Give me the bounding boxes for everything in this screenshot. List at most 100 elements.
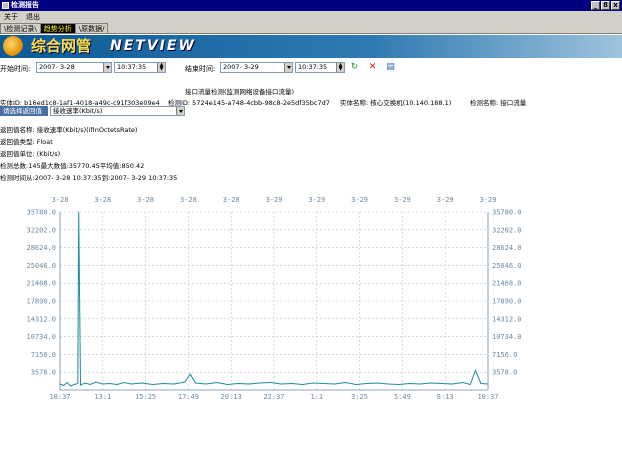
tab-bar: \检测记录\ 趋势分析 \原数据/: [0, 23, 622, 34]
data-point: [280, 383, 282, 385]
data-point: [216, 382, 218, 383]
end-date-picker[interactable]: 2007- 3-29: [220, 62, 293, 73]
data-point: [355, 384, 357, 385]
data-point: [152, 384, 154, 385]
detail-stats: 检测总数:145最大数值:35770.45平均值:850.42: [0, 162, 145, 170]
data-point: [78, 211, 80, 213]
data-point: [291, 383, 293, 384]
y-tick-label-right: 10734.0: [492, 333, 522, 341]
data-point: [302, 384, 303, 385]
chevron-down-icon[interactable]: [284, 63, 292, 72]
menu-exit[interactable]: 退出: [22, 12, 44, 22]
data-point: [312, 382, 314, 384]
y-tick-label-right: 28624.0: [492, 244, 522, 252]
y-tick-label-left: 25046.0: [26, 262, 56, 270]
y-tick-label-left: 10734.0: [26, 333, 56, 341]
data-point: [116, 384, 118, 385]
chevron-down-icon[interactable]: [103, 63, 111, 72]
data-point: [84, 382, 86, 384]
series-line-0: [59, 211, 489, 387]
spinner-arrows-icon[interactable]: ▲ ▼: [157, 63, 165, 72]
data-point: [173, 383, 175, 385]
window-title: 检测报告: [11, 1, 39, 9]
data-point: [141, 382, 143, 384]
window-titlebar: 检测报告 _ 8 x: [0, 0, 622, 11]
tab-raw-data[interactable]: \原数据/: [74, 23, 109, 33]
x-tick-date-label: 3-28: [52, 196, 69, 204]
y-tick-label-right: 3578.0: [492, 369, 517, 377]
delete-icon[interactable]: ✕: [368, 63, 377, 72]
data-point: [366, 383, 368, 384]
x-tick-date-label: 3-29: [308, 196, 325, 204]
end-time-spinner[interactable]: 10:37:35 ▲ ▼: [295, 62, 345, 73]
brand-name-en: NETVIEW: [110, 38, 196, 54]
export-icon[interactable]: ▤: [386, 63, 395, 72]
detail-return-name: 返回值名称: 接收速率(Kbit/s)(ifInOctetsRate): [0, 126, 138, 134]
data-point: [398, 384, 400, 385]
y-tick-label-left: 35780.0: [26, 209, 56, 217]
return-value-select[interactable]: 接收速率(Kbit/s): [50, 106, 185, 116]
maximize-button[interactable]: 8: [601, 1, 610, 10]
close-button[interactable]: x: [611, 1, 620, 10]
data-point: [66, 382, 68, 383]
data-point: [334, 383, 336, 385]
start-date-picker[interactable]: 2007- 3-28: [36, 62, 112, 73]
y-tick-label-left: 14312.0: [26, 315, 56, 323]
data-point: [195, 382, 196, 384]
x-tick-date-label: 3-29: [437, 196, 454, 204]
detail-return-unit: 返回值单位: (Kbit/s): [0, 150, 61, 158]
y-tick-label-left: 32202.0: [26, 226, 56, 234]
start-time-value: 10:37:35: [117, 63, 147, 71]
x-tick-date-label: 3-29: [480, 196, 497, 204]
x-tick-date-label: 3-29: [266, 196, 283, 204]
return-value-row: 请选择返回值 接收速率(Kbit/s): [0, 106, 622, 116]
data-point: [189, 373, 191, 375]
y-tick-label-right: 7156.0: [492, 351, 517, 359]
data-point: [387, 383, 389, 385]
x-tick-time-label: 10:37: [477, 393, 498, 401]
data-point: [89, 384, 91, 385]
x-tick-time-label: 10:37: [49, 393, 70, 401]
tab-records[interactable]: \检测记录\: [0, 23, 41, 33]
start-time-spinner[interactable]: 10:37:35 ▲ ▼: [114, 62, 166, 73]
data-point: [270, 382, 271, 383]
x-tick-time-label: 13:1: [94, 393, 111, 401]
data-point: [73, 384, 75, 385]
detail-time-range: 检测时间从:2007- 3-28 10:37:35到:2007- 3-29 10…: [0, 174, 178, 182]
data-point: [63, 385, 64, 386]
x-tick-time-label: 3:25: [351, 393, 368, 401]
x-tick-date-label: 3-28: [137, 196, 154, 204]
data-point: [409, 383, 410, 384]
y-tick-label-left: 3578.0: [31, 369, 56, 377]
data-point: [469, 384, 471, 385]
minimize-button[interactable]: _: [591, 1, 600, 10]
chevron-down-icon[interactable]: [176, 107, 184, 115]
data-point: [462, 382, 464, 383]
y-tick-label-left: 7156.0: [31, 351, 56, 359]
data-point: [77, 383, 79, 384]
spinner-arrows-icon[interactable]: ▲ ▼: [336, 63, 344, 72]
x-tick-date-label: 3-29: [351, 196, 368, 204]
x-tick-date-label: 3-28: [94, 196, 111, 204]
y-tick-label-right: 21468.0: [492, 280, 522, 288]
start-date-value: 2007- 3-28: [39, 63, 75, 71]
report-heading: 接口流量检测(监测网络设备接口流量): [185, 88, 295, 96]
data-point: [451, 383, 453, 385]
select-return-value-button[interactable]: 请选择返回值: [0, 106, 48, 116]
globe-logo-icon: [3, 36, 23, 56]
y-tick-label-left: 28624.0: [26, 244, 56, 252]
x-tick-time-label: 17:49: [178, 393, 199, 401]
return-value-selected: 接收速率(Kbit/s): [53, 107, 103, 115]
data-point: [441, 383, 443, 384]
time-range-bar: 开始时间: 2007- 3-28 10:37:35 ▲ ▼ 结束时间: 2007-…: [0, 61, 622, 74]
data-point: [205, 383, 207, 385]
menu-about[interactable]: 关于: [0, 12, 22, 22]
y-tick-label-right: 17890.0: [492, 298, 522, 306]
refresh-icon[interactable]: ↻: [350, 63, 359, 72]
y-tick-label-left: 17890.0: [26, 298, 56, 306]
x-tick-time-label: 15:25: [135, 393, 156, 401]
data-point: [130, 383, 132, 385]
tab-trend-analysis[interactable]: 趋势分析: [39, 23, 76, 33]
y-tick-label-right: 32202.0: [492, 226, 522, 234]
data-point: [344, 382, 346, 383]
